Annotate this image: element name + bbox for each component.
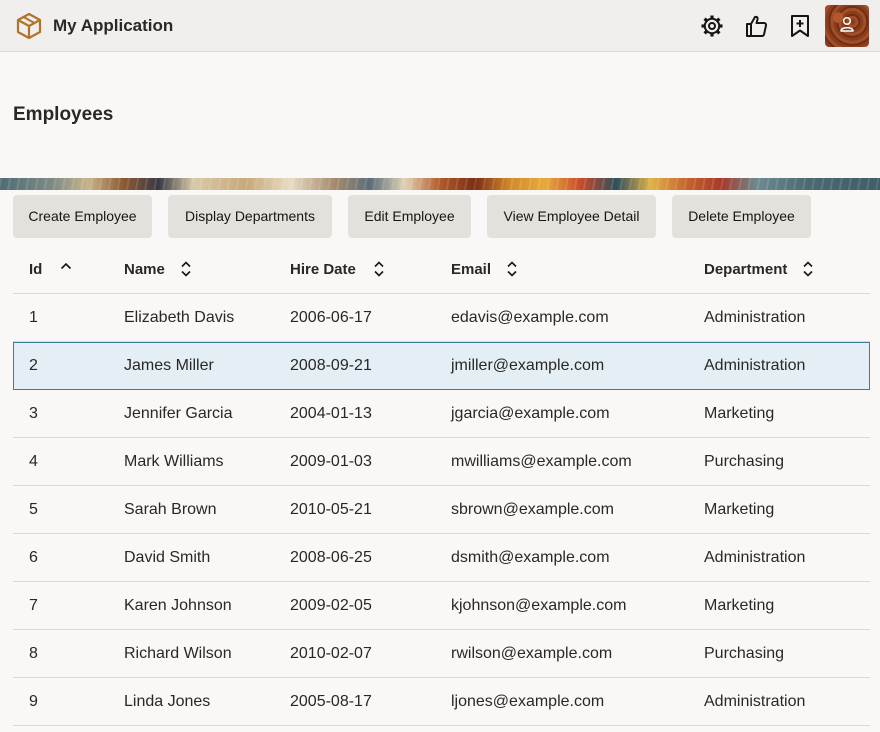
table-row[interactable]: 7 Karen Johnson 2009-02-05 kjohnson@exam… [13,582,870,630]
column-label: Department [704,260,788,278]
cell-department: Marketing [704,501,775,518]
cell-name: Karen Johnson [124,597,232,614]
app-title: My Application [53,16,174,35]
bookmark-add-icon[interactable] [787,13,813,39]
create-employee-button[interactable]: Create Employee [13,195,152,238]
table-header: Id Name Hire Date Email Department [13,246,870,294]
cell-id: 1 [29,309,38,326]
cell-hire-date: 2005-08-17 [290,693,372,710]
cell-department: Administration [704,357,806,374]
table-row[interactable]: 9 Linda Jones 2005-08-17 ljones@example.… [13,678,870,726]
cell-hire-date: 2010-05-21 [290,501,372,518]
cell-name: Mark Williams [124,453,224,470]
gear-icon[interactable] [699,13,725,39]
decorative-banner [0,178,880,190]
cell-email: jmiller@example.com [451,357,605,374]
cell-hire-date: 2009-02-05 [290,597,372,614]
cell-email: ljones@example.com [451,693,605,710]
cell-email: mwilliams@example.com [451,453,632,470]
delete-employee-button[interactable]: Delete Employee [672,195,811,238]
table-row[interactable]: 1 Elizabeth Davis 2006-06-17 edavis@exam… [13,294,870,342]
cube-logo-icon [16,12,42,40]
cell-department: Purchasing [704,645,785,662]
cell-department: Marketing [704,405,775,422]
column-header-name[interactable]: Name [124,260,193,278]
cell-id: 9 [29,693,38,710]
cell-id: 6 [29,549,38,566]
cell-email: dsmith@example.com [451,549,610,566]
edit-employee-button[interactable]: Edit Employee [348,195,471,238]
column-header-id[interactable]: Id [29,260,73,278]
cell-email: rwilson@example.com [451,645,613,662]
table-row[interactable]: 5 Sarah Brown 2010-05-21 sbrown@example.… [13,486,870,534]
cell-department: Administration [704,309,806,326]
cell-email: jgarcia@example.com [451,405,610,422]
table-row[interactable]: 3 Jennifer Garcia 2004-01-13 jgarcia@exa… [13,390,870,438]
cell-name: Elizabeth Davis [124,309,235,326]
column-label: Id [29,260,43,278]
cell-hire-date: 2008-09-21 [290,357,372,374]
table-row-selected[interactable]: 2 James Miller 2008-09-21 jmiller@exampl… [13,342,870,390]
cell-name: James Miller [124,357,214,374]
cell-name: Sarah Brown [124,501,217,518]
table-row[interactable]: 8 Richard Wilson 2010-02-07 rwilson@exam… [13,630,870,678]
table-row[interactable]: 6 David Smith 2008-06-25 dsmith@example.… [13,534,870,582]
column-header-department[interactable]: Department [704,260,815,278]
employees-table: Id Name Hire Date Email Department 1 Eli… [13,246,870,726]
user-avatar[interactable] [825,5,869,47]
sort-unsorted-icon[interactable] [801,260,815,278]
cell-email: edavis@example.com [451,309,609,326]
sort-unsorted-icon[interactable] [372,260,386,278]
cell-hire-date: 2006-06-17 [290,309,372,326]
column-label: Hire Date [290,260,356,278]
sort-unsorted-icon[interactable] [179,260,193,278]
cell-id: 5 [29,501,38,518]
cell-hire-date: 2009-01-03 [290,453,372,470]
column-header-email[interactable]: Email [451,260,519,278]
brand: My Application [16,12,173,40]
table-row[interactable]: 4 Mark Williams 2009-01-03 mwilliams@exa… [13,438,870,486]
cell-name: Linda Jones [124,693,211,710]
sort-ascending-icon[interactable] [59,260,73,278]
cell-hire-date: 2008-06-25 [290,549,372,566]
user-icon [838,15,856,38]
cell-hire-date: 2010-02-07 [290,645,372,662]
column-header-hire-date[interactable]: Hire Date [290,260,386,278]
cell-department: Administration [704,549,806,566]
sort-unsorted-icon[interactable] [505,260,519,278]
cell-id: 3 [29,405,38,422]
cell-department: Administration [704,693,806,710]
cell-id: 2 [29,357,38,374]
page-title: Employees [13,104,114,125]
cell-name: Richard Wilson [124,645,232,662]
column-label: Name [124,260,165,278]
display-departments-button[interactable]: Display Departments [168,195,332,238]
cell-email: kjohnson@example.com [451,597,627,614]
cell-name: Jennifer Garcia [124,405,233,422]
cell-department: Purchasing [704,453,785,470]
cell-id: 4 [29,453,38,470]
column-label: Email [451,260,492,278]
cell-id: 7 [29,597,38,614]
thumbs-up-icon[interactable] [743,13,769,39]
cell-hire-date: 2004-01-13 [290,405,372,422]
cell-name: David Smith [124,549,211,566]
cell-department: Marketing [704,597,775,614]
view-employee-detail-button[interactable]: View Employee Detail [487,195,656,238]
app-header: My Application [0,0,880,52]
cell-email: sbrown@example.com [451,501,614,518]
cell-id: 8 [29,645,38,662]
